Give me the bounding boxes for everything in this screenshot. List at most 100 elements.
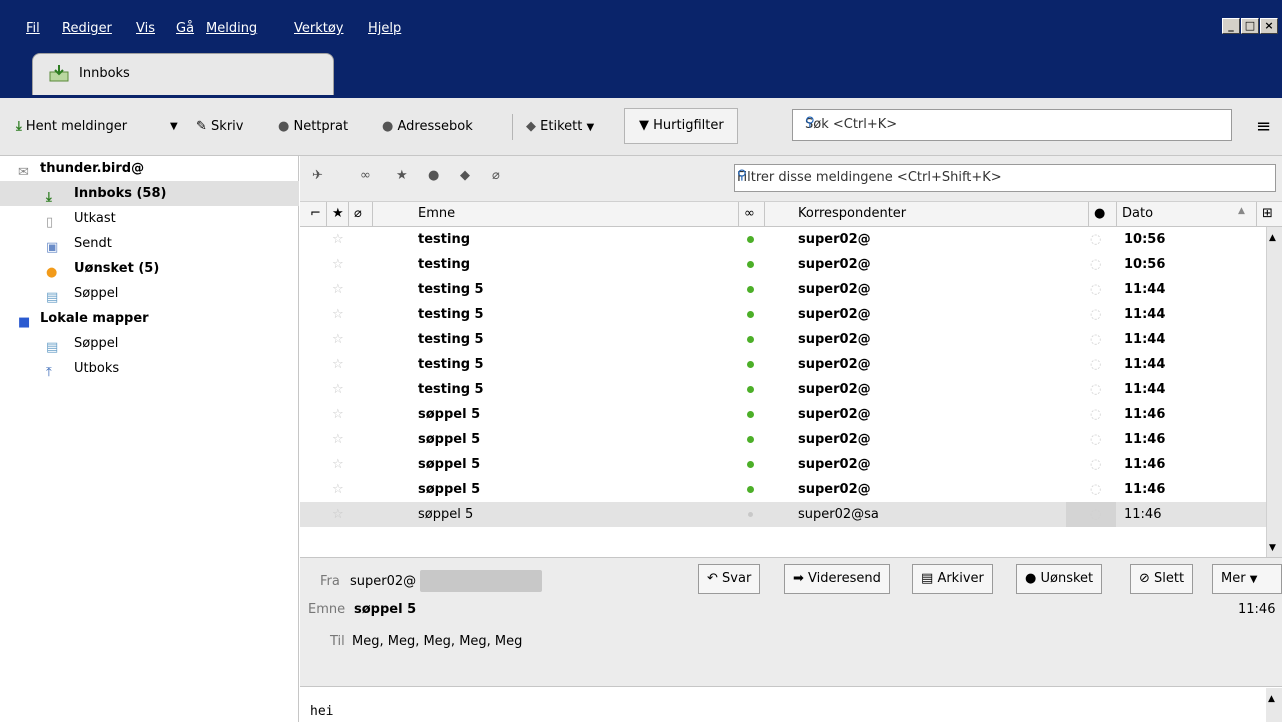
unread-dot[interactable] — [747, 461, 754, 468]
message-row[interactable]: ☆ testing 5 super02@ ◌ 11:44 — [300, 352, 1266, 377]
attachment-column-icon[interactable]: ⌀ — [354, 206, 362, 221]
message-row[interactable]: ☆ søppel 5 super02@ ◌ 11:46 — [300, 402, 1266, 427]
column-correspondents[interactable]: Korrespondenter — [798, 206, 906, 221]
search-input[interactable]: Søk <Ctrl+K> ⚲ — [792, 109, 1232, 141]
get-messages-button[interactable]: ⤓ Hent meldinger — [16, 116, 127, 138]
junk-icon[interactable]: ◌ — [1090, 502, 1101, 527]
folder-local[interactable]: ■ Lokale mapper — [0, 306, 299, 331]
star-icon[interactable]: ☆ — [332, 452, 344, 477]
message-row[interactable]: ☆ testing super02@ ◌ 10:56 — [300, 227, 1266, 252]
contact-filter-icon[interactable]: ● — [428, 168, 439, 183]
address-book-button[interactable]: ● Adressebok — [382, 116, 473, 138]
junk-icon[interactable]: ◌ — [1090, 352, 1101, 377]
junk-column-icon[interactable]: ● — [1094, 206, 1105, 221]
tag-filter-icon[interactable]: ◆ — [460, 168, 470, 183]
unread-dot[interactable] — [747, 436, 754, 443]
star-filter-icon[interactable]: ★ — [396, 168, 408, 183]
star-icon[interactable]: ☆ — [332, 352, 344, 377]
star-icon[interactable]: ☆ — [332, 377, 344, 402]
message-row[interactable]: ☆ testing 5 super02@ ◌ 11:44 — [300, 377, 1266, 402]
more-button[interactable]: Mer ▼ — [1212, 564, 1282, 594]
unread-dot[interactable] — [747, 236, 754, 243]
menu-file[interactable]: Fil — [26, 21, 40, 36]
star-icon[interactable]: ☆ — [332, 502, 344, 527]
folder-account[interactable]: ✉ thunder.bird@ — [0, 156, 299, 181]
message-row[interactable]: ☆ testing super02@ ◌ 10:56 — [300, 252, 1266, 277]
folder-outbox[interactable]: ⤒ Utboks — [0, 356, 299, 381]
quick-filter-button[interactable]: ▼ Hurtigfilter — [624, 108, 738, 144]
message-row[interactable]: ☆ søppel 5 super02@ ◌ 11:46 — [300, 477, 1266, 502]
unread-dot[interactable] — [747, 386, 754, 393]
junk-icon[interactable]: ◌ — [1090, 277, 1101, 302]
folder-trash[interactable]: ▤ Søppel — [0, 281, 299, 306]
to-value[interactable]: Meg, Meg, Meg, Meg, Meg — [352, 634, 522, 649]
column-date[interactable]: Dato — [1122, 206, 1153, 221]
junk-icon[interactable]: ◌ — [1090, 452, 1101, 477]
junk-icon[interactable]: ◌ — [1090, 402, 1101, 427]
message-row[interactable]: ☆ testing 5 super02@ ◌ 11:44 — [300, 327, 1266, 352]
chat-button[interactable]: ● Nettprat — [278, 116, 348, 138]
scroll-down-icon[interactable]: ▼ — [1269, 543, 1276, 553]
column-picker-icon[interactable]: ⊞ — [1262, 206, 1273, 221]
unread-dot[interactable] — [747, 286, 754, 293]
read-dot[interactable] — [748, 512, 753, 517]
star-icon[interactable]: ☆ — [332, 402, 344, 427]
menu-message[interactable]: Melding — [206, 21, 257, 36]
unread-dot[interactable] — [747, 411, 754, 418]
folder-junk[interactable]: ● Uønsket (5) — [0, 256, 299, 281]
folder-inbox[interactable]: ⤓ Innboks (58) — [0, 181, 299, 206]
folder-local-trash[interactable]: ▤ Søppel — [0, 331, 299, 356]
junk-icon[interactable]: ◌ — [1090, 302, 1101, 327]
junk-icon[interactable]: ◌ — [1090, 227, 1101, 252]
delete-button[interactable]: ⊘ Slett — [1130, 564, 1194, 594]
message-row[interactable]: ☆ testing 5 super02@ ◌ 11:44 — [300, 302, 1266, 327]
unread-dot[interactable] — [747, 486, 754, 493]
from-value[interactable]: super02@ — [350, 574, 416, 589]
junk-button[interactable]: ● Uønsket — [1016, 564, 1103, 594]
menu-view[interactable]: Vis — [136, 21, 155, 36]
reply-button[interactable]: ↶ Svar — [698, 564, 761, 594]
star-icon[interactable]: ☆ — [332, 302, 344, 327]
junk-icon[interactable]: ◌ — [1090, 427, 1101, 452]
star-icon[interactable]: ☆ — [332, 277, 344, 302]
star-column-icon[interactable]: ★ — [332, 206, 344, 221]
junk-icon[interactable]: ◌ — [1090, 377, 1101, 402]
attachment-filter-icon[interactable]: ⌀ — [492, 168, 500, 183]
star-icon[interactable]: ☆ — [332, 427, 344, 452]
menu-edit[interactable]: Rediger — [62, 21, 112, 36]
menu-go[interactable]: Gå — [176, 21, 194, 36]
junk-icon[interactable]: ◌ — [1090, 477, 1101, 502]
star-icon[interactable]: ☆ — [332, 227, 344, 252]
unread-dot[interactable] — [747, 361, 754, 368]
maximize-button[interactable]: □ — [1241, 18, 1259, 34]
read-column-icon[interactable]: ∞ — [744, 206, 755, 221]
write-button[interactable]: ✎ Skriv — [196, 116, 243, 138]
star-icon[interactable]: ☆ — [332, 327, 344, 352]
message-list-scrollbar[interactable]: ▲ ▼ — [1266, 227, 1282, 557]
thread-column-icon[interactable]: ⌐ — [310, 206, 321, 221]
folder-drafts[interactable]: ▯ Utkast — [0, 206, 299, 231]
unread-dot[interactable] — [747, 311, 754, 318]
archive-button[interactable]: ▤ Arkiver — [912, 564, 993, 594]
message-row[interactable]: ☆ søppel 5 super02@ ◌ 11:46 — [300, 427, 1266, 452]
junk-icon[interactable]: ◌ — [1090, 327, 1101, 352]
menu-help[interactable]: Hjelp — [368, 21, 401, 36]
message-row-selected[interactable]: ☆ søppel 5 super02@sa ◌ 11:46 — [300, 502, 1266, 527]
pin-icon[interactable]: ✈ — [312, 168, 323, 183]
folder-sent[interactable]: ▣ Sendt — [0, 231, 299, 256]
filter-input[interactable]: Filtrer disse meldingene <Ctrl+Shift+K> … — [734, 164, 1276, 192]
get-messages-dropdown[interactable]: ▼ — [170, 116, 178, 138]
junk-icon[interactable]: ◌ — [1090, 252, 1101, 277]
hamburger-menu-icon[interactable]: ≡ — [1256, 116, 1271, 138]
star-icon[interactable]: ☆ — [332, 252, 344, 277]
search-icon[interactable]: ⚲ — [805, 115, 1221, 130]
menu-tools[interactable]: Verktøy — [294, 21, 344, 36]
message-row[interactable]: ☆ testing 5 super02@ ◌ 11:44 — [300, 277, 1266, 302]
tab-inbox[interactable]: Innboks — [32, 53, 334, 95]
unread-filter-icon[interactable]: ∞ — [360, 168, 371, 183]
forward-button[interactable]: ➡ Videresend — [784, 564, 890, 594]
scroll-up-icon[interactable]: ▲ — [1269, 233, 1276, 243]
unread-dot[interactable] — [747, 336, 754, 343]
close-button[interactable]: × — [1260, 18, 1278, 34]
star-icon[interactable]: ☆ — [332, 477, 344, 502]
